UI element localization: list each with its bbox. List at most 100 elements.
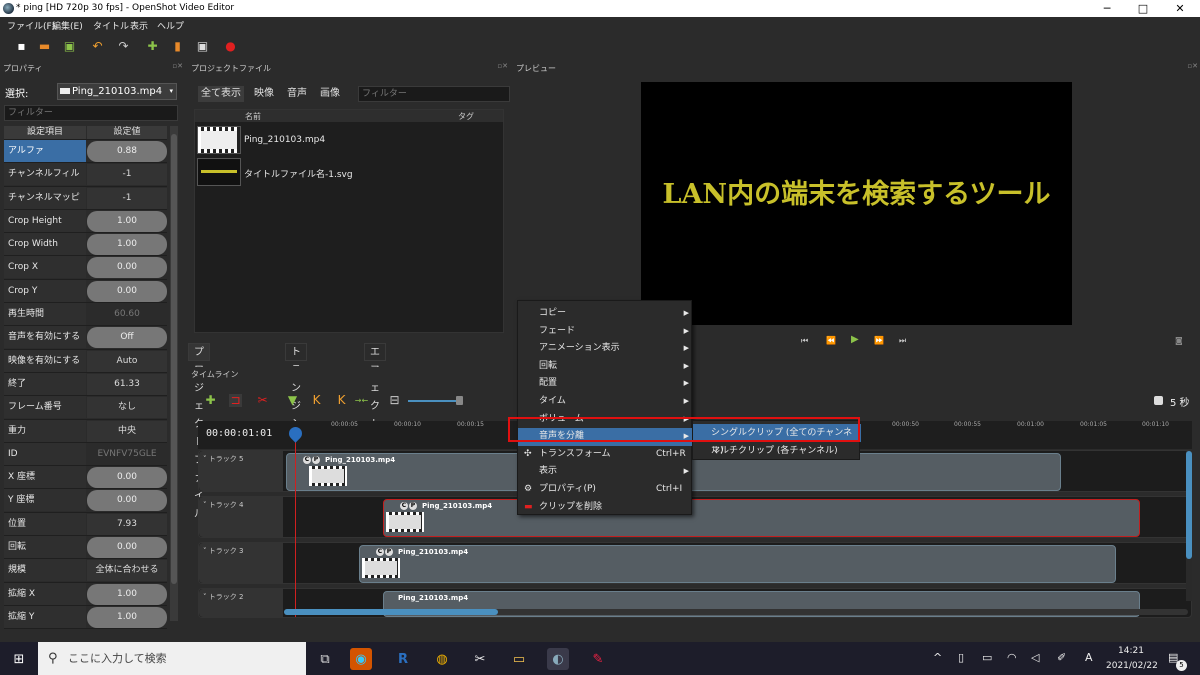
next-marker-icon[interactable]: K xyxy=(335,394,348,407)
property-row[interactable]: X 座標 0.00 xyxy=(4,466,167,490)
project-filter-input[interactable]: フィルター xyxy=(358,86,510,102)
property-row[interactable]: 規模 全体に合わせる xyxy=(4,559,167,583)
snipping-tool-icon[interactable]: ✂ xyxy=(469,648,491,670)
fast-forward-icon[interactable]: ⏩ xyxy=(874,336,885,345)
track-4[interactable]: ˅ トラック 4 CP Ping_210103.mp4 xyxy=(198,496,1192,538)
zoom-slider-handle[interactable] xyxy=(456,396,463,405)
snapping-icon[interactable]: ⊐ xyxy=(229,394,242,407)
property-value[interactable]: 全体に合わせる xyxy=(87,560,167,582)
jump-end-icon[interactable]: ⏭ xyxy=(899,336,907,346)
menu-item-remove-clip[interactable]: ▬ クリップを削除 xyxy=(518,499,693,517)
property-row[interactable]: アルファ 0.88 xyxy=(4,140,167,164)
properties-scrollbar[interactable] xyxy=(170,126,178,621)
property-row[interactable]: Crop Height 1.00 xyxy=(4,209,167,234)
property-row[interactable]: Crop X 0.00 xyxy=(4,256,167,280)
center-timeline-icon[interactable]: →← xyxy=(355,394,368,407)
import-files-icon[interactable]: ✚ xyxy=(146,40,159,53)
tray-device-icon[interactable]: ▯ xyxy=(958,651,964,664)
dock-float-close-icon[interactable]: ▫✕ xyxy=(172,62,183,70)
selection-dropdown[interactable]: Ping_210103.mp4 ▾ xyxy=(57,83,177,100)
property-value[interactable]: 0.00 xyxy=(87,490,167,512)
jump-start-icon[interactable]: ⏮ xyxy=(801,336,809,346)
property-row[interactable]: 映像を有効にする Auto xyxy=(4,349,167,373)
edge-icon[interactable]: ◉ xyxy=(350,648,372,670)
timeline-clip[interactable]: CP Ping_210103.mp4 xyxy=(359,545,1116,583)
menu-item-layout[interactable]: 配置 ▶ xyxy=(518,375,693,393)
app-r-icon[interactable]: R xyxy=(392,648,414,670)
properties-filter-input[interactable]: フィルター xyxy=(4,105,178,121)
filter-audio[interactable]: 音声 xyxy=(287,86,307,102)
menu-item-rotate[interactable]: 回転 ▶ xyxy=(518,358,693,376)
property-value[interactable]: 0.00 xyxy=(87,257,167,279)
property-value[interactable]: 1.00 xyxy=(87,210,167,232)
menu-title[interactable]: タイトル xyxy=(93,19,129,32)
play-icon[interactable]: ▶ xyxy=(851,334,860,345)
profile-icon[interactable]: ▮ xyxy=(171,40,184,53)
property-value[interactable]: 1.00 xyxy=(87,606,167,628)
file-explorer-icon[interactable]: ▭ xyxy=(508,648,530,670)
property-value[interactable]: 7.93 xyxy=(87,513,167,535)
taskbar-search-input[interactable]: ここに入力して検索 xyxy=(38,642,306,675)
minimize-button[interactable]: ─ xyxy=(1089,1,1125,16)
property-row[interactable]: 拡縮 Y 1.00 xyxy=(4,605,167,630)
property-row[interactable]: Crop Y 0.00 xyxy=(4,279,167,304)
property-value[interactable]: -1 xyxy=(87,164,167,186)
filter-show-all[interactable]: 全て表示 xyxy=(198,86,244,102)
openshot-taskbar-icon[interactable]: ◐ xyxy=(547,648,569,670)
property-value[interactable]: Auto xyxy=(87,350,167,372)
menu-view[interactable]: 表示 xyxy=(130,19,148,32)
menu-item-properties[interactable]: ⚙ プロパティ(P) Ctrl+I xyxy=(518,481,693,499)
playhead[interactable] xyxy=(286,424,305,617)
zoom-checkbox[interactable] xyxy=(1154,396,1163,405)
maximize-button[interactable]: □ xyxy=(1125,1,1161,16)
camera-icon[interactable]: ◙ xyxy=(1175,336,1184,345)
close-button[interactable]: ✕ xyxy=(1162,1,1198,16)
paint-tool-icon[interactable]: ✎ xyxy=(587,648,609,670)
ime-indicator-icon[interactable]: A xyxy=(1085,651,1093,664)
tab-project-files[interactable]: プロジェクトファイル xyxy=(188,343,210,520)
new-project-icon[interactable]: ▪ xyxy=(15,40,28,53)
redo-icon[interactable]: ↷ xyxy=(117,40,130,53)
property-row[interactable]: 再生時間 60.60 xyxy=(4,303,167,327)
wifi-icon[interactable]: ◠ xyxy=(1007,651,1017,664)
razor-icon[interactable]: ✂ xyxy=(256,394,269,407)
clock-time[interactable]: 14:21 xyxy=(1118,646,1144,656)
property-value[interactable]: -1 xyxy=(87,187,167,209)
property-row[interactable]: 回転 0.00 xyxy=(4,536,167,560)
task-view-icon[interactable]: ⧉ xyxy=(314,648,336,670)
property-value[interactable]: 60.60 xyxy=(87,304,167,325)
property-row[interactable]: 重力 中央 xyxy=(4,419,167,443)
undo-icon[interactable]: ↶ xyxy=(91,40,104,53)
save-project-icon[interactable]: ▣ xyxy=(63,40,76,53)
property-value[interactable]: 0.88 xyxy=(87,141,167,162)
property-value[interactable]: EVNFV75GLE xyxy=(87,444,167,465)
rewind-icon[interactable]: ⏪ xyxy=(826,336,837,345)
chrome-icon[interactable]: ◍ xyxy=(431,648,453,670)
timeline-horizontal-scrollbar[interactable] xyxy=(284,609,1188,615)
dock-float-close-icon[interactable]: ▫✕ xyxy=(1187,62,1198,70)
property-value[interactable]: なし xyxy=(87,397,167,419)
property-row[interactable]: ID EVNFV75GLE xyxy=(4,442,167,467)
fullscreen-icon[interactable]: ▣ xyxy=(196,40,209,53)
windows-start-icon[interactable]: ⊞ xyxy=(8,648,30,670)
property-row[interactable]: チャンネルマッピング-1 xyxy=(4,186,167,225)
dock-float-close-icon[interactable]: ▫✕ xyxy=(497,62,508,70)
menu-item-animation[interactable]: アニメーション表示 ▶ xyxy=(518,340,693,358)
export-video-icon[interactable]: ● xyxy=(224,40,237,53)
battery-icon[interactable]: ▭ xyxy=(982,651,992,664)
tray-chevron-icon[interactable]: ^ xyxy=(933,651,942,664)
volume-icon[interactable]: ◁ xyxy=(1031,651,1039,664)
file-item[interactable]: タイトルファイル名-1.svg xyxy=(197,158,497,188)
property-row[interactable]: チャンネルフィルター-1 xyxy=(4,163,167,201)
track-3[interactable]: ˅ トラック 3 CP Ping_210103.mp4 xyxy=(198,542,1192,584)
property-value[interactable]: 0.00 xyxy=(87,280,167,302)
filter-image[interactable]: 画像 xyxy=(320,86,340,102)
property-row[interactable]: 終了 61.33 xyxy=(4,372,167,397)
menu-item-fade[interactable]: フェード ▶ xyxy=(518,323,693,341)
tab-effects[interactable]: エフェクト xyxy=(364,343,386,430)
menu-help[interactable]: ヘルプ xyxy=(157,19,184,32)
property-row[interactable]: フレーム番号 なし xyxy=(4,396,167,420)
menu-item-transform[interactable]: ✣ トランスフォーム Ctrl+R xyxy=(518,446,693,464)
open-project-icon[interactable]: ▬ xyxy=(38,40,51,53)
tab-transitions[interactable]: トランジション xyxy=(285,343,307,466)
